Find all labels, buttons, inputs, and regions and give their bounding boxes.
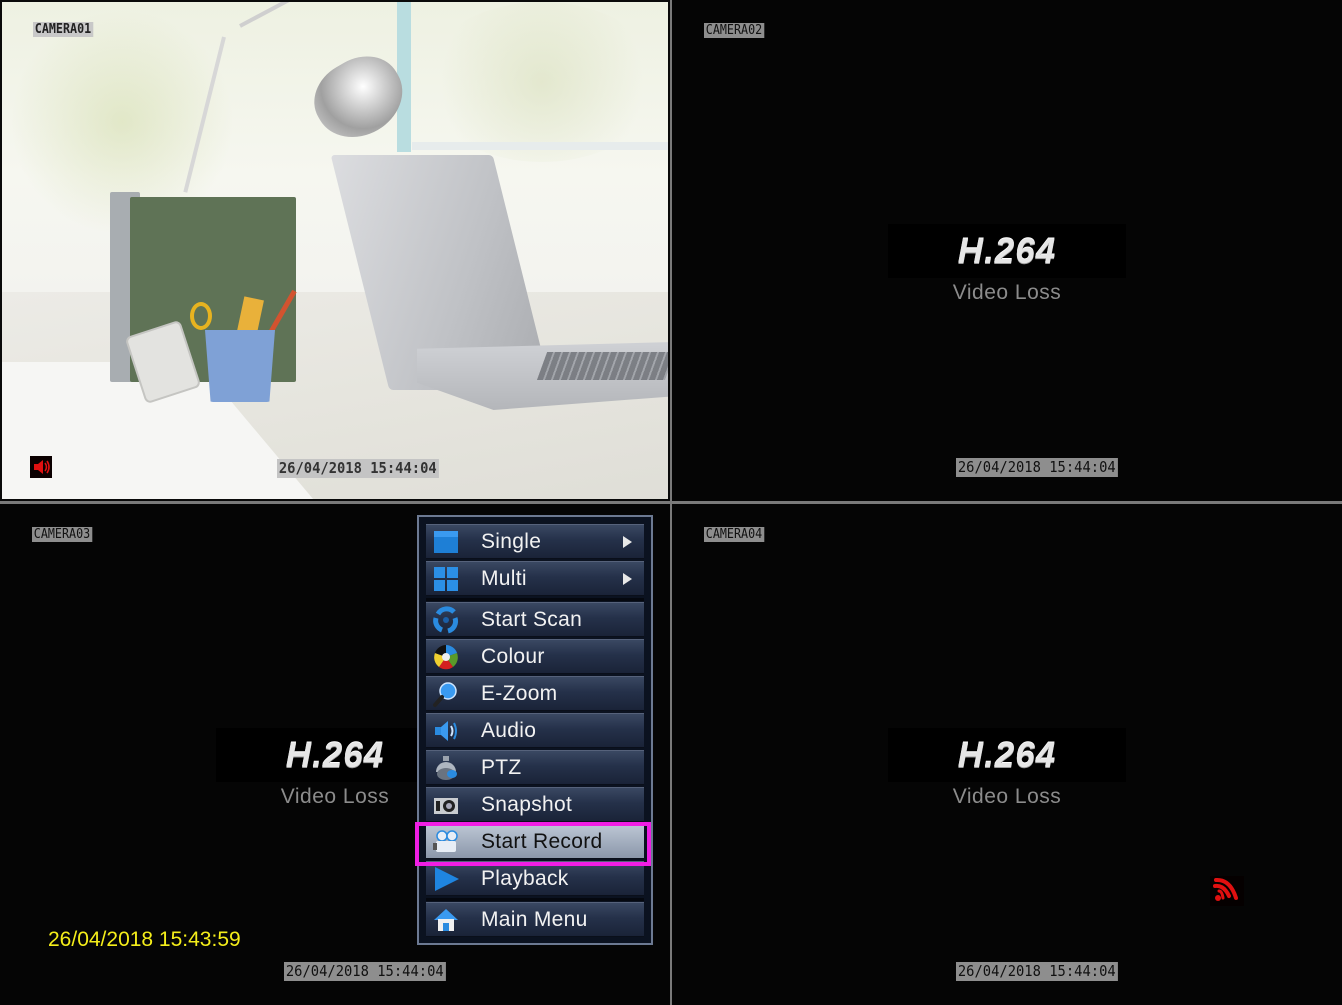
menu-item-label: Playback [481, 866, 569, 890]
home-icon [431, 905, 461, 935]
context-menu: Single Multi Start Scan Colour E-Zoom Au… [417, 515, 653, 945]
play-icon [431, 864, 461, 894]
menu-item-label: Single [481, 529, 542, 553]
camera-feed-image [2, 2, 668, 499]
menu-separator [426, 898, 644, 901]
colour-icon [431, 642, 461, 672]
system-clock: 26/04/2018 15:43:59 [48, 928, 241, 951]
menu-item-audio[interactable]: Audio [426, 713, 644, 748]
ptz-camera-icon [431, 753, 461, 783]
menu-item-label: Multi [481, 566, 527, 590]
scan-icon [431, 605, 461, 635]
menu-item-e-zoom[interactable]: E-Zoom [426, 676, 644, 711]
video-loss-text: Video Loss [952, 281, 1062, 304]
camera-timestamp: 26/04/2018 15:44:04 [284, 962, 446, 981]
menu-item-label: Audio [481, 718, 537, 742]
submenu-arrow-icon [623, 572, 632, 585]
camera-timestamp: 26/04/2018 15:44:04 [277, 459, 439, 478]
video-loss-banner: H.264 [888, 224, 1126, 278]
menu-item-start-scan[interactable]: Start Scan [426, 602, 644, 637]
single-view-icon [431, 527, 461, 557]
menu-item-multi[interactable]: Multi [426, 561, 644, 596]
speaker-icon [30, 456, 52, 478]
menu-item-label: Start Record [481, 829, 603, 853]
signal-icon [1210, 876, 1244, 906]
menu-item-label: Start Scan [481, 607, 583, 631]
camera-pane-2[interactable]: CAMERA02 H.264 Video Loss 26/04/2018 15:… [672, 0, 1342, 501]
menu-item-playback[interactable]: Playback [426, 861, 644, 896]
codec-label: H.264 [957, 232, 1057, 271]
speaker-icon [431, 716, 461, 746]
camera-timestamp: 26/04/2018 15:44:04 [956, 458, 1118, 477]
video-camera-icon [431, 827, 461, 857]
menu-item-label: Main Menu [481, 907, 588, 931]
menu-item-single[interactable]: Single [426, 524, 644, 559]
menu-item-start-record[interactable]: Start Record [426, 824, 644, 859]
multi-view-icon [431, 564, 461, 594]
menu-item-colour[interactable]: Colour [426, 639, 644, 674]
submenu-arrow-icon [623, 535, 632, 548]
video-loss-banner: H.264 [888, 728, 1126, 782]
menu-item-label: E-Zoom [481, 681, 558, 705]
camera-label: CAMERA02 [704, 23, 764, 38]
menu-item-ptz[interactable]: PTZ [426, 750, 644, 785]
camera-label: CAMERA03 [32, 527, 92, 542]
magnifier-icon [431, 679, 461, 709]
codec-label: H.264 [957, 736, 1057, 775]
menu-item-label: PTZ [481, 755, 522, 779]
camera-label: CAMERA04 [704, 527, 764, 542]
camera-timestamp: 26/04/2018 15:44:04 [956, 962, 1118, 981]
menu-item-label: Colour [481, 644, 545, 668]
camera-icon [431, 790, 461, 820]
camera-pane-4[interactable]: CAMERA04 H.264 Video Loss 26/04/2018 15:… [672, 504, 1342, 1005]
camera-label: CAMERA01 [33, 22, 93, 37]
menu-item-snapshot[interactable]: Snapshot [426, 787, 644, 822]
video-loss-text: Video Loss [952, 785, 1062, 808]
menu-separator [426, 598, 644, 601]
menu-item-main-menu[interactable]: Main Menu [426, 902, 644, 937]
camera-pane-1[interactable]: CAMERA01 26/04/2018 15:44:04 [0, 0, 670, 501]
menu-item-label: Snapshot [481, 792, 573, 816]
